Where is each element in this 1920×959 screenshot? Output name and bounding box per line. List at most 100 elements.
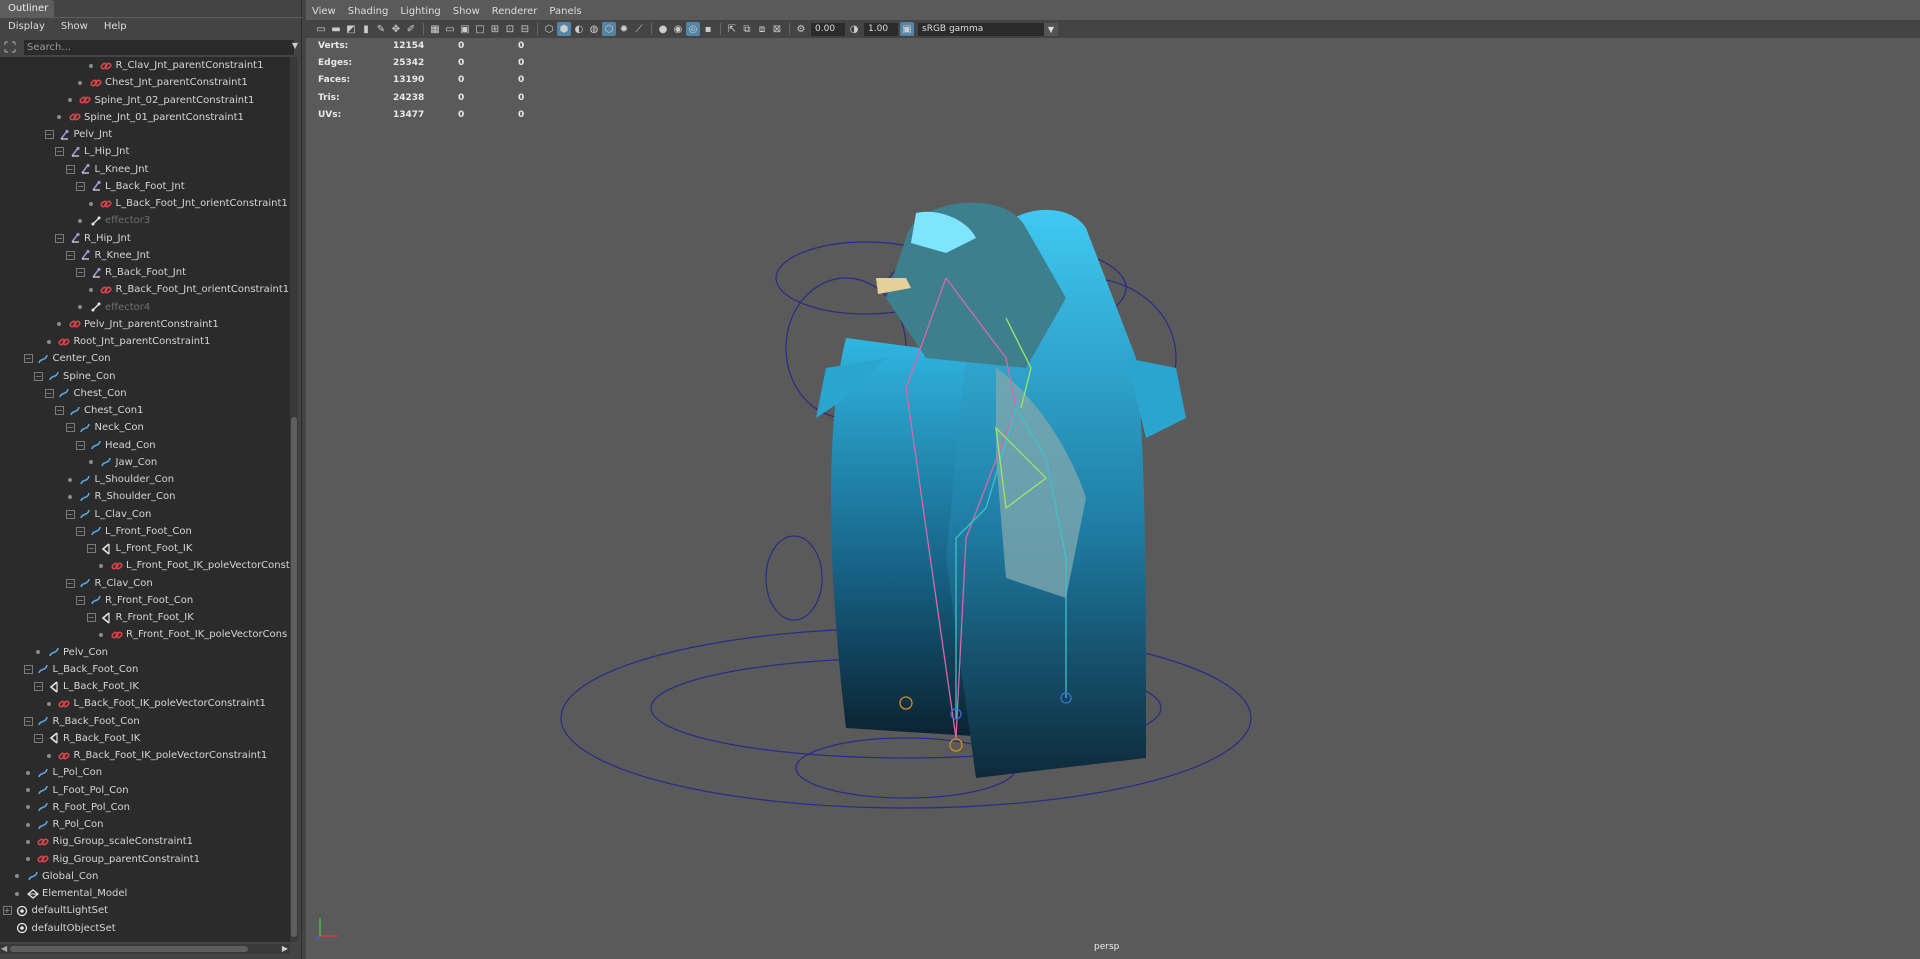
- outliner-item[interactable]: Jaw_Con: [0, 454, 290, 471]
- menu-view[interactable]: View: [306, 6, 342, 17]
- outliner-item[interactable]: − R_Back_Foot_IK: [0, 730, 290, 747]
- collapse-icon[interactable]: −: [65, 250, 75, 260]
- outliner-item[interactable]: R_Front_Foot_IK_poleVectorCons: [0, 626, 290, 643]
- outliner-item[interactable]: L_Pol_Con: [0, 764, 290, 781]
- gamma-icon[interactable]: ◑: [847, 22, 861, 36]
- outliner-item[interactable]: Global_Con: [0, 868, 290, 885]
- 2d-pan-zoom-icon[interactable]: ✥: [389, 22, 403, 36]
- outliner-item[interactable]: − L_Hip_Jnt: [0, 143, 290, 160]
- outliner-item[interactable]: − L_Knee_Jnt: [0, 161, 290, 178]
- outliner-item[interactable]: Elemental_Model: [0, 885, 290, 902]
- scroll-thumb[interactable]: [10, 946, 248, 952]
- outliner-item[interactable]: − L_Back_Foot_IK: [0, 678, 290, 695]
- outliner-item[interactable]: − Spine_Con: [0, 368, 290, 385]
- wireframe-icon[interactable]: ⬡: [542, 22, 556, 36]
- outliner-item[interactable]: R_Shoulder_Con: [0, 488, 290, 505]
- outliner-item[interactable]: effector3: [0, 212, 290, 229]
- outliner-item[interactable]: Rig_Group_scaleConstraint1: [0, 833, 290, 850]
- collapse-icon[interactable]: −: [44, 130, 54, 140]
- chevron-down-icon[interactable]: ▼: [1044, 22, 1058, 36]
- outliner-item[interactable]: − Head_Con: [0, 437, 290, 454]
- outliner-item[interactable]: L_Back_Foot_IK_poleVectorConstraint1: [0, 695, 290, 712]
- menu-show[interactable]: Show: [447, 6, 486, 17]
- grease-pencil-icon[interactable]: ✎: [374, 22, 388, 36]
- outliner-item[interactable]: Spine_Jnt_02_parentConstraint1: [0, 92, 290, 109]
- outliner-item[interactable]: R_Back_Foot_IK_poleVectorConstraint1: [0, 747, 290, 764]
- outliner-item[interactable]: − L_Back_Foot_Con: [0, 661, 290, 678]
- isolate-select-icon[interactable]: ⇱: [725, 22, 739, 36]
- exposure-field[interactable]: 0.00: [811, 22, 845, 36]
- collapse-icon[interactable]: −: [65, 509, 75, 519]
- outliner-item[interactable]: Root_Jnt_parentConstraint1: [0, 333, 290, 350]
- collapse-icon[interactable]: −: [65, 423, 75, 433]
- select-camera-icon[interactable]: ▭: [314, 22, 328, 36]
- exposure-icon[interactable]: ⚙: [794, 22, 808, 36]
- scroll-left-icon[interactable]: ◀: [1, 944, 7, 953]
- shadows-icon[interactable]: ⟋: [632, 22, 646, 36]
- collapse-icon[interactable]: −: [76, 268, 85, 278]
- scroll-thumb[interactable]: [291, 417, 297, 937]
- gate-mask-icon[interactable]: □: [473, 22, 487, 36]
- outliner-item[interactable]: + defaultLightSet: [0, 902, 290, 919]
- collapse-icon[interactable]: −: [34, 682, 43, 692]
- outliner-item[interactable]: − R_Knee_Jnt: [0, 247, 290, 264]
- outliner-item[interactable]: defaultObjectSet: [0, 920, 290, 937]
- outliner-item[interactable]: R_Pol_Con: [0, 816, 290, 833]
- outliner-item[interactable]: L_Back_Foot_Jnt_orientConstraint1: [0, 195, 290, 212]
- menu-help[interactable]: Help: [96, 21, 135, 32]
- outliner-item[interactable]: − L_Back_Foot_Jnt: [0, 178, 290, 195]
- outliner-item[interactable]: R_Clav_Jnt_parentConstraint1: [0, 57, 290, 74]
- collapse-icon[interactable]: −: [76, 440, 85, 450]
- outliner-tab[interactable]: Outliner: [0, 0, 54, 17]
- textured-icon[interactable]: ◍: [587, 22, 601, 36]
- outliner-item[interactable]: Pelv_Con: [0, 644, 290, 661]
- search-input[interactable]: [24, 39, 294, 55]
- search-options-icon[interactable]: ▼: [292, 41, 298, 50]
- outliner-item[interactable]: L_Shoulder_Con: [0, 471, 290, 488]
- outliner-item[interactable]: − L_Front_Foot_IK: [0, 540, 290, 557]
- collapse-icon[interactable]: −: [65, 578, 75, 588]
- collapse-icon[interactable]: −: [34, 371, 43, 381]
- collapse-icon[interactable]: −: [76, 595, 85, 605]
- xray-icon[interactable]: ⧉: [740, 22, 754, 36]
- viewport-panel[interactable]: View Shading Lighting Show Renderer Pane…: [306, 0, 1920, 959]
- collapse-icon[interactable]: −: [86, 544, 96, 554]
- filter-icon[interactable]: [0, 37, 20, 57]
- outliner-item[interactable]: Spine_Jnt_01_parentConstraint1: [0, 109, 290, 126]
- outliner-item[interactable]: − R_Front_Foot_IK: [0, 609, 290, 626]
- outliner-item[interactable]: − R_Back_Foot_Jnt: [0, 264, 290, 281]
- outliner-item[interactable]: − Chest_Con: [0, 385, 290, 402]
- collapse-icon[interactable]: −: [55, 147, 64, 157]
- scroll-right-icon[interactable]: ▶: [282, 944, 288, 953]
- outliner-item[interactable]: L_Front_Foot_IK_poleVectorConst: [0, 557, 290, 574]
- scene-view[interactable]: [306, 38, 1920, 938]
- outliner-item[interactable]: − L_Clav_Con: [0, 506, 290, 523]
- bookmark-icon[interactable]: ◩: [344, 22, 358, 36]
- resolution-gate-icon[interactable]: ▣: [458, 22, 472, 36]
- menu-show[interactable]: Show: [53, 21, 96, 32]
- menu-shading[interactable]: Shading: [342, 6, 395, 17]
- collapse-icon[interactable]: −: [44, 388, 54, 398]
- outliner-item[interactable]: − R_Back_Foot_Con: [0, 713, 290, 730]
- outliner-item[interactable]: − R_Clav_Con: [0, 575, 290, 592]
- image-plane-icon[interactable]: ▮: [359, 22, 373, 36]
- color-management-icon[interactable]: ▣: [900, 22, 914, 36]
- outliner-item[interactable]: R_Foot_Pol_Con: [0, 799, 290, 816]
- xray-joints-icon[interactable]: ⊠: [770, 22, 784, 36]
- collapse-icon[interactable]: −: [23, 354, 33, 364]
- collapse-icon[interactable]: −: [23, 664, 33, 674]
- menu-panels[interactable]: Panels: [543, 6, 587, 17]
- grease-icon[interactable]: ✐: [404, 22, 418, 36]
- menu-renderer[interactable]: Renderer: [486, 6, 544, 17]
- expand-icon[interactable]: +: [2, 906, 12, 916]
- collapse-icon[interactable]: −: [65, 164, 75, 174]
- collapse-icon[interactable]: −: [55, 406, 64, 416]
- gamma-field[interactable]: 1.00: [864, 22, 898, 36]
- outliner-item[interactable]: − L_Front_Foot_Con: [0, 523, 290, 540]
- outliner-item[interactable]: Chest_Jnt_parentConstraint1: [0, 74, 290, 91]
- outliner-item[interactable]: Rig_Group_parentConstraint1: [0, 851, 290, 868]
- outliner-item[interactable]: − Center_Con: [0, 350, 290, 367]
- motion-blur-icon[interactable]: ◉: [671, 22, 685, 36]
- grid-icon[interactable]: ▦: [428, 22, 442, 36]
- camera-attributes-icon[interactable]: ▬: [329, 22, 343, 36]
